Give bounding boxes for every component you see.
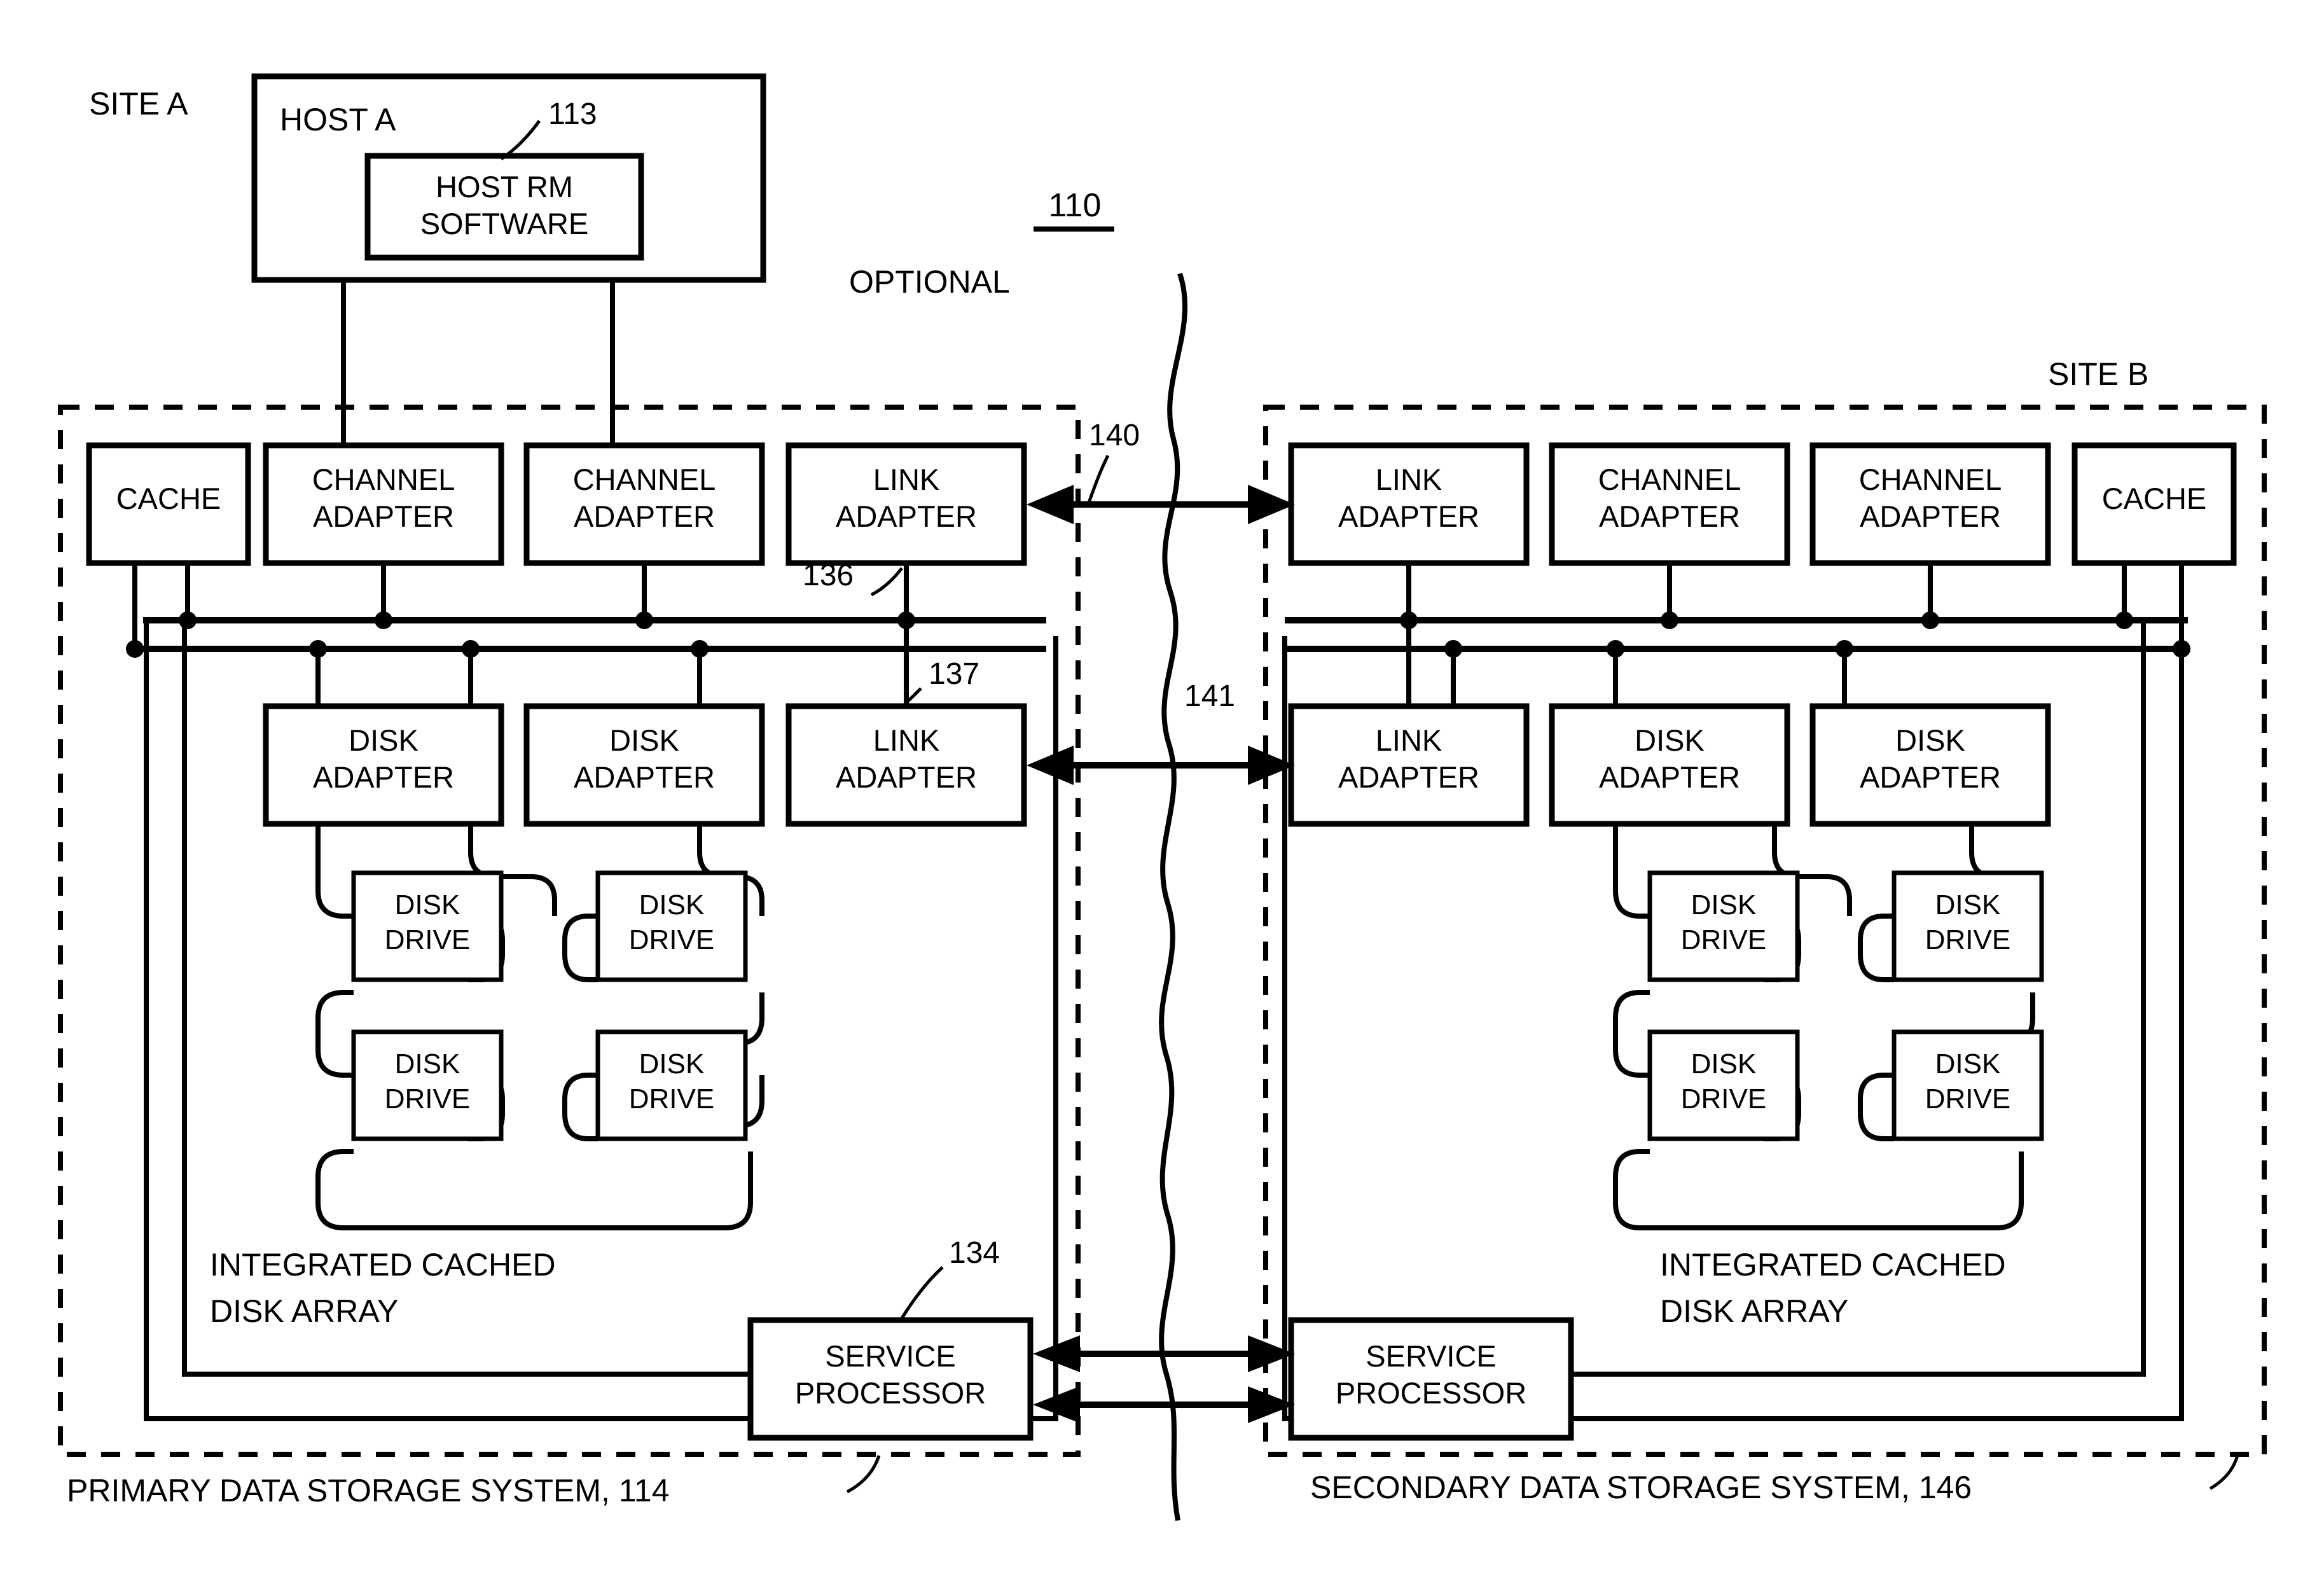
- primary-array-frame-right: [1030, 636, 1058, 1421]
- secondary-drive-loop-c: [1613, 1149, 2024, 1230]
- secondary-disk-drive-2-line1: DISK: [1935, 889, 2001, 921]
- ref-134-leader: [900, 1266, 944, 1319]
- primary-bus-dot-3: [635, 611, 653, 629]
- link-141-arrow-left: [1027, 746, 1074, 785]
- secondary-array-label-line2: DISK ARRAY: [1660, 1293, 1848, 1329]
- primary-channel-adapter-1-line1: CHANNEL: [312, 463, 455, 496]
- host-a-title: HOST A: [280, 102, 396, 137]
- primary-array-label-line2: DISK ARRAY: [210, 1293, 398, 1329]
- primary-link-adapter-mid-line2: ADAPTER: [836, 760, 977, 794]
- ref-140-leader: [1087, 454, 1110, 503]
- secondary-disk-drive-1-line2: DRIVE: [1681, 924, 1766, 956]
- primary-drive-loop-b: [315, 990, 354, 1078]
- secondary-disk-adapter-1-line1: DISK: [1635, 723, 1705, 757]
- ref-136-leader: [870, 567, 903, 597]
- ref-140: 140: [1089, 419, 1140, 452]
- secondary-disk-drive-3-line2: DRIVE: [1681, 1083, 1766, 1115]
- link-141-arrow-right: [1248, 746, 1295, 785]
- primary-cache-label: CACHE: [116, 482, 221, 515]
- primary-disk-drive-1-line2: DRIVE: [385, 924, 470, 956]
- link-140-arrow-left: [1027, 485, 1074, 524]
- ref-113: 113: [548, 97, 597, 131]
- primary-channel-adapter-1-line2: ADAPTER: [313, 499, 454, 533]
- primary-array-label-line1: INTEGRATED CACHED: [210, 1247, 556, 1283]
- primary-disk-drive-1-line1: DISK: [395, 889, 460, 921]
- primary-disk-adapter-1-line1: DISK: [349, 723, 418, 757]
- primary-link-adapter-top-line1: LINK: [873, 463, 940, 496]
- optional-label: OPTIONAL: [849, 264, 1010, 300]
- ref-134: 134: [949, 1236, 1000, 1270]
- ref-136: 136: [803, 559, 854, 592]
- primary-drive-loop-h: [562, 914, 598, 982]
- primary-service-processor-line1: SERVICE: [825, 1339, 956, 1373]
- secondary-disk-adapter-2-line2: ADAPTER: [1860, 760, 2001, 794]
- primary-link-adapter-mid-line1: LINK: [873, 723, 940, 757]
- secondary-cache-label: CACHE: [2102, 482, 2207, 515]
- secondary-disk-drive-4-line2: DRIVE: [1925, 1083, 2010, 1115]
- secondary-drive-loop-h: [1858, 914, 1894, 982]
- secondary-bus-dot-3: [1921, 611, 1939, 629]
- primary-bus-dot-2: [375, 611, 392, 629]
- primary-disk-drive-3-line1: DISK: [395, 1048, 460, 1080]
- ref-137: 137: [929, 657, 979, 691]
- primary-channel-adapter-2-line2: ADAPTER: [574, 499, 715, 533]
- network-squiggle: [1159, 272, 1187, 1521]
- primary-caption-leader: [846, 1455, 881, 1494]
- primary-channel-adapter-2-line1: CHANNEL: [573, 463, 716, 496]
- secondary-service-processor-line1: SERVICE: [1366, 1339, 1497, 1373]
- sp-link-upper-arrow-right: [1248, 1335, 1295, 1372]
- host-rm-software-line1: HOST RM: [436, 170, 573, 204]
- link-140-arrow-right: [1248, 485, 1295, 524]
- primary-disk-drive-2-line2: DRIVE: [629, 924, 714, 956]
- primary-link-adapter-top-line2: ADAPTER: [836, 499, 977, 533]
- secondary-bus2-dot-0: [2173, 640, 2190, 658]
- primary-disk-adapter-1-line2: ADAPTER: [313, 760, 454, 794]
- patent-figure-canvas: HOST A HOST RM SOFTWARE 113 SITE A SITE …: [0, 0, 2324, 1586]
- secondary-channel-adapter-1-line2: ADAPTER: [1599, 499, 1740, 533]
- secondary-disk-drive-1-line1: DISK: [1691, 889, 1757, 921]
- site-a-label: SITE A: [89, 86, 188, 122]
- secondary-channel-adapter-1-line1: CHANNEL: [1598, 463, 1741, 496]
- secondary-service-processor-line2: PROCESSOR: [1336, 1376, 1526, 1410]
- primary-bus2-dot-0: [126, 640, 144, 658]
- host-rm-software-line2: SOFTWARE: [420, 207, 589, 240]
- secondary-link-adapter-top-line2: ADAPTER: [1338, 499, 1479, 533]
- secondary-system-caption: SECONDARY DATA STORAGE SYSTEM, 146: [1310, 1470, 1972, 1505]
- primary-drive-loop-c: [315, 1149, 753, 1230]
- secondary-drive-loop-b: [1613, 990, 1650, 1078]
- secondary-drive-loop-a: [1613, 824, 1650, 919]
- secondary-array-label-line1: INTEGRATED CACHED: [1660, 1247, 2006, 1283]
- primary-disk-adapter-2-line1: DISK: [609, 723, 679, 757]
- ref-141: 141: [1184, 679, 1235, 713]
- secondary-disk-drive-2-line2: DRIVE: [1925, 924, 2010, 956]
- secondary-channel-adapter-2-line2: ADAPTER: [1860, 499, 2001, 533]
- primary-drive-loop-i: [562, 1073, 598, 1141]
- secondary-link-adapter-top-line1: LINK: [1376, 463, 1442, 496]
- secondary-disk-adapter-2-line1: DISK: [1895, 723, 1965, 757]
- secondary-bus-dot-2: [1661, 611, 1678, 629]
- figure-svg: HOST A HOST RM SOFTWARE 113 SITE A SITE …: [58, 73, 2267, 1521]
- secondary-disk-drive-3-line1: DISK: [1691, 1048, 1757, 1080]
- secondary-disk-adapter-1-line2: ADAPTER: [1599, 760, 1740, 794]
- primary-disk-drive-4-line1: DISK: [639, 1048, 705, 1080]
- secondary-drive-loop-i: [1858, 1073, 1894, 1141]
- primary-bus-dot-1: [179, 611, 197, 629]
- primary-disk-drive-2-line1: DISK: [639, 889, 705, 921]
- secondary-link-adapter-mid-line2: ADAPTER: [1338, 760, 1479, 794]
- primary-service-processor-line2: PROCESSOR: [795, 1376, 986, 1410]
- secondary-bus-dot-4: [2115, 611, 2133, 629]
- site-b-label: SITE B: [2048, 356, 2148, 392]
- primary-disk-drive-4-line2: DRIVE: [629, 1083, 714, 1115]
- primary-disk-adapter-2-line2: ADAPTER: [574, 760, 715, 794]
- primary-system-caption: PRIMARY DATA STORAGE SYSTEM, 114: [67, 1473, 670, 1508]
- figure-number: 110: [1049, 187, 1102, 224]
- secondary-link-adapter-mid-line1: LINK: [1376, 723, 1442, 757]
- secondary-channel-adapter-2-line1: CHANNEL: [1859, 463, 2002, 496]
- primary-drive-loop-a: [315, 824, 354, 919]
- primary-disk-drive-3-line2: DRIVE: [385, 1083, 470, 1115]
- secondary-caption-leader: [2209, 1455, 2239, 1491]
- secondary-disk-drive-4-line1: DISK: [1935, 1048, 2001, 1080]
